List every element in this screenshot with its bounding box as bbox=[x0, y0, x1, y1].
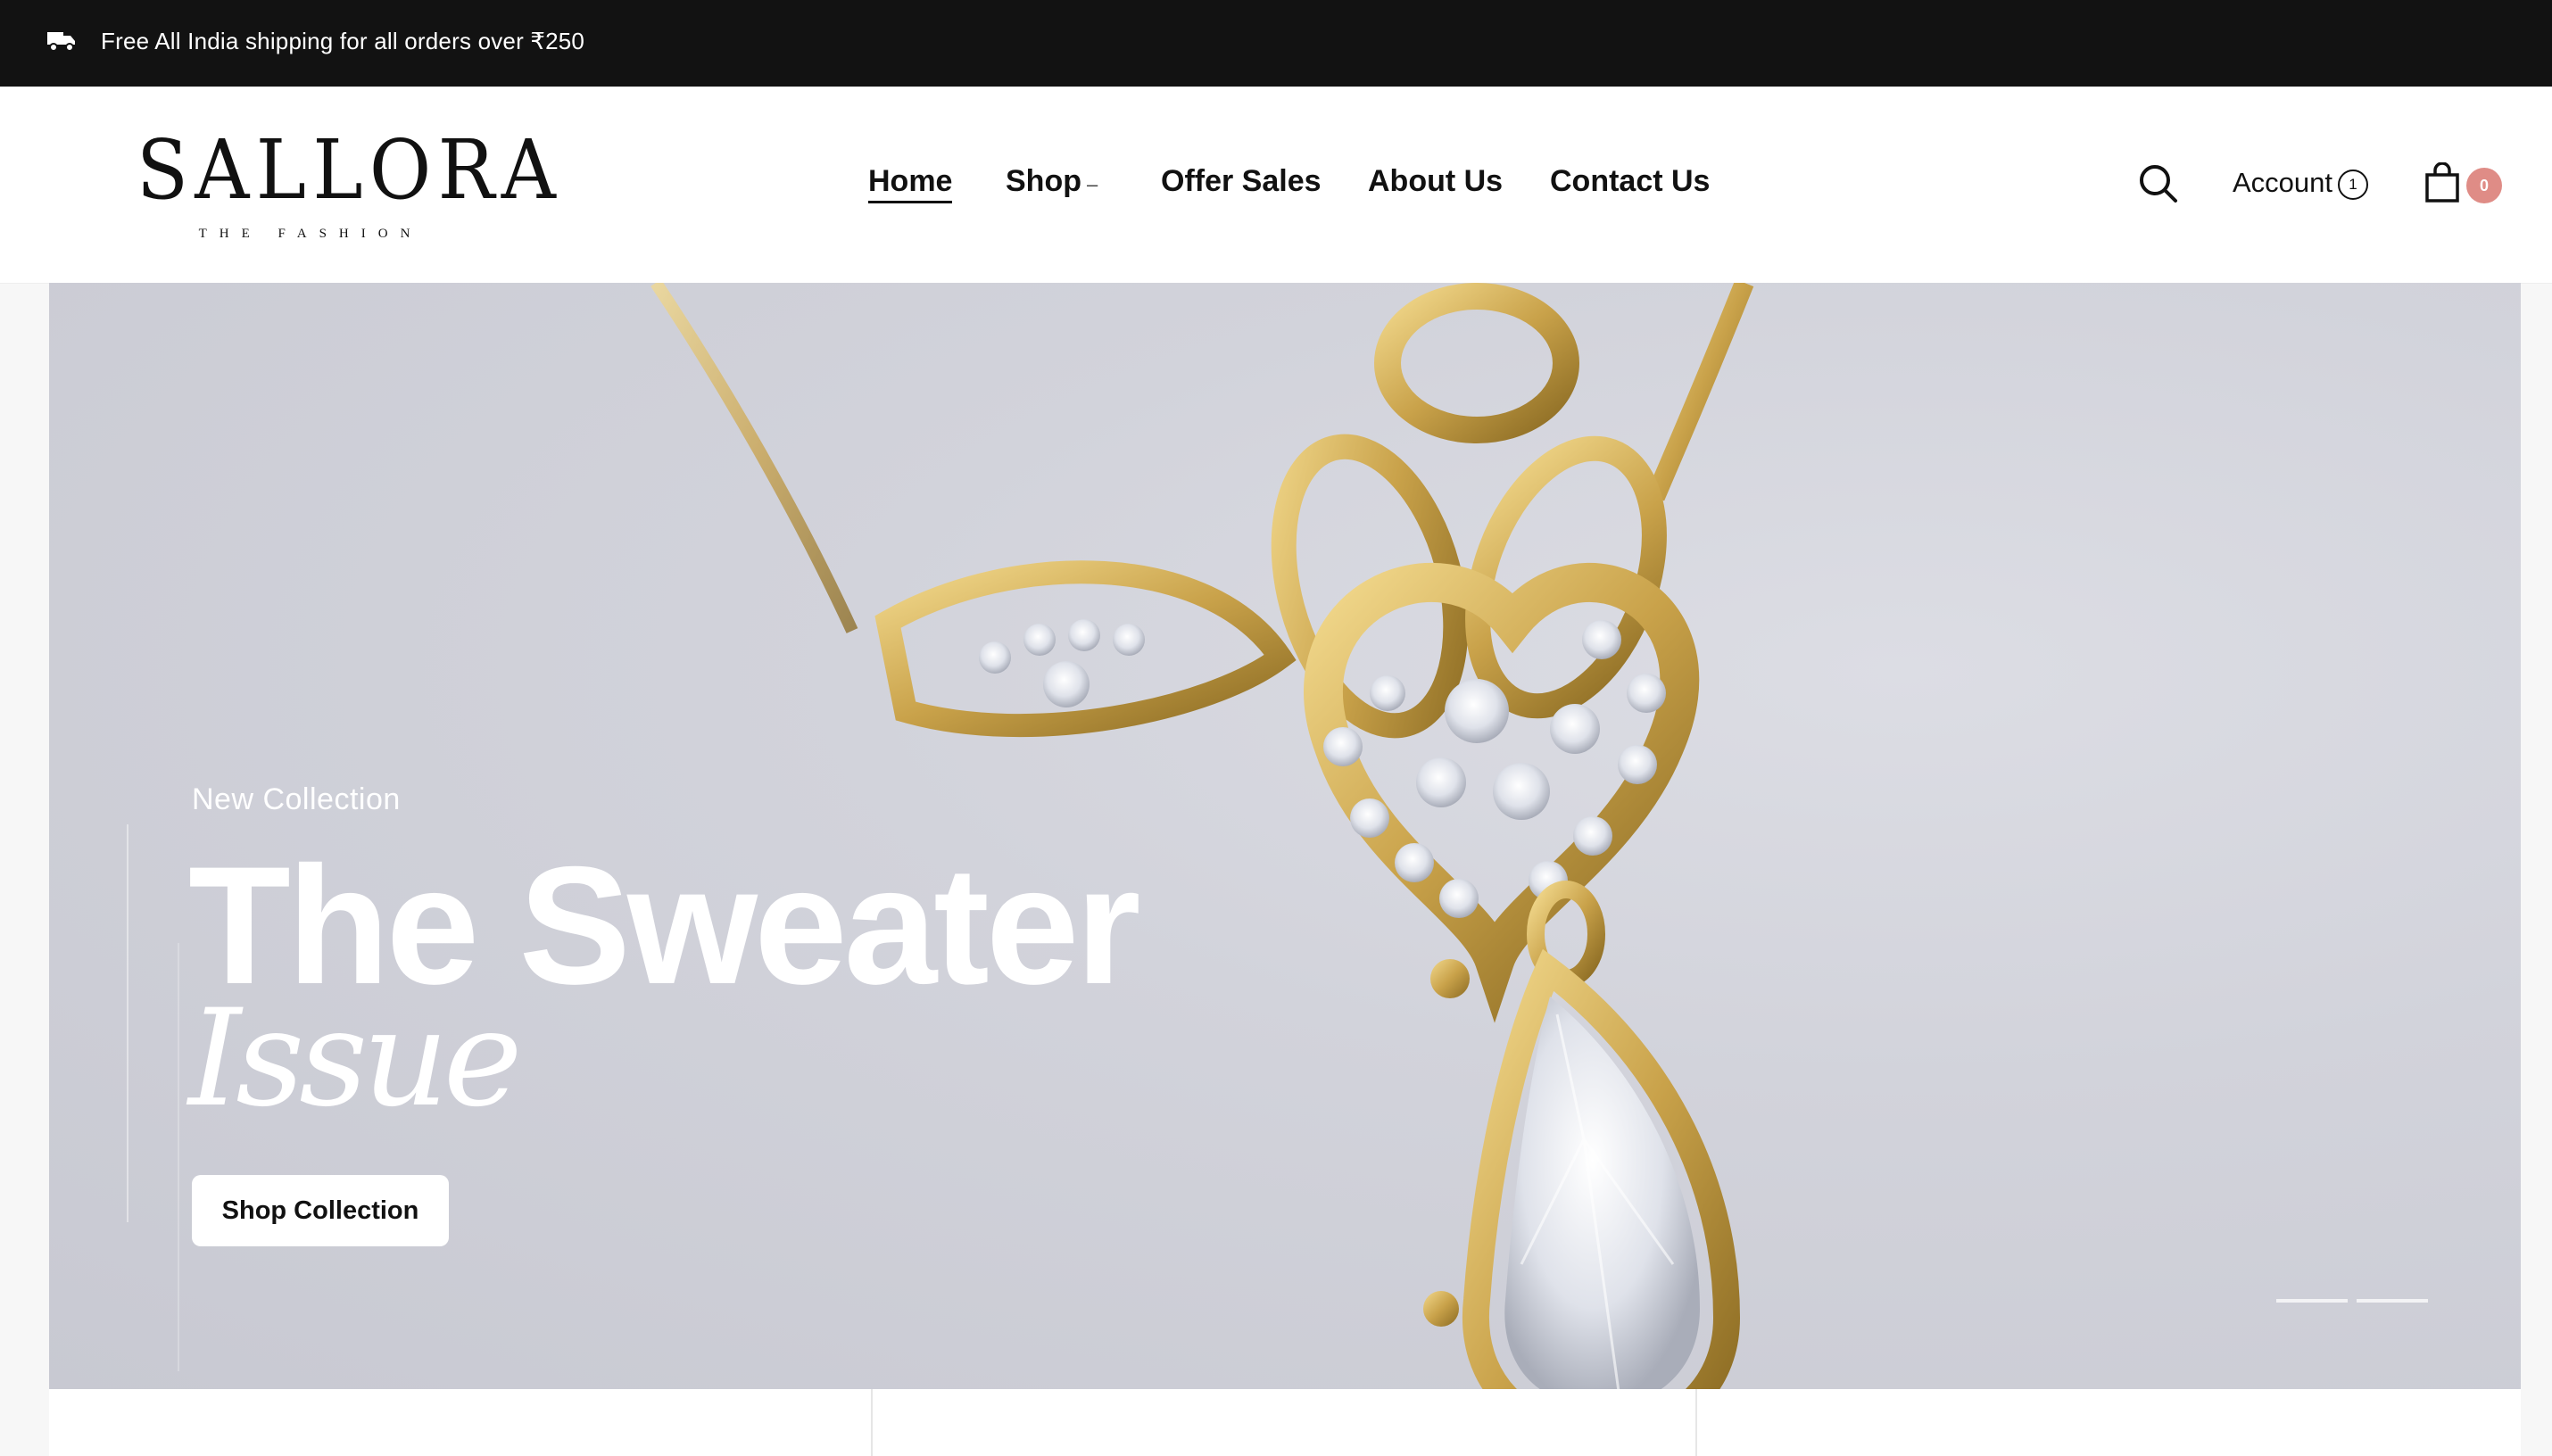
nav-shop-label: Shop bbox=[1006, 164, 1081, 198]
cart-count-badge: 0 bbox=[2466, 168, 2502, 203]
shopping-bag-icon[interactable] bbox=[2424, 162, 2461, 203]
card-divider bbox=[871, 1389, 873, 1456]
hero-subtitle: Issue bbox=[188, 981, 523, 1137]
feature-cards bbox=[49, 1389, 2521, 1456]
logo-wordmark: SALLORA bbox=[136, 122, 563, 218]
logo[interactable]: SALLORA THE FASHION bbox=[121, 122, 563, 251]
hero-banner: New Collection The Sweater Issue Shop Co… bbox=[49, 283, 2521, 1389]
account-link[interactable]: Account 1 bbox=[2233, 165, 2369, 201]
nav-home[interactable]: Home bbox=[868, 163, 953, 203]
search-icon[interactable] bbox=[2136, 161, 2179, 204]
dropdown-icon: – bbox=[1086, 173, 1098, 195]
account-label: Account bbox=[2233, 167, 2333, 198]
account-badge: 1 bbox=[2338, 170, 2369, 200]
decorative-line bbox=[178, 943, 179, 1371]
nav-contact-us[interactable]: Contact Us bbox=[1550, 163, 1710, 199]
site-header: SALLORA THE FASHION Home Shop – Offer Sal… bbox=[0, 87, 2552, 284]
slide-dot-2[interactable] bbox=[2357, 1299, 2428, 1303]
nav-offer-sales[interactable]: Offer Sales bbox=[1161, 163, 1322, 199]
slide-dot-1[interactable] bbox=[2276, 1299, 2348, 1303]
nav-about-us[interactable]: About Us bbox=[1368, 163, 1503, 199]
hero-kicker: New Collection bbox=[192, 782, 401, 816]
decorative-line bbox=[127, 824, 128, 1222]
announcement-text: Free All India shipping for all orders o… bbox=[101, 28, 585, 54]
nav-shop[interactable]: Shop – bbox=[1006, 163, 1098, 203]
card-divider bbox=[1695, 1389, 1697, 1456]
logo-tagline: THE FASHION bbox=[198, 227, 423, 241]
truck-icon bbox=[47, 32, 75, 52]
announcement-bar: Free All India shipping for all orders o… bbox=[0, 0, 2552, 87]
shop-collection-button[interactable]: Shop Collection bbox=[192, 1175, 449, 1246]
